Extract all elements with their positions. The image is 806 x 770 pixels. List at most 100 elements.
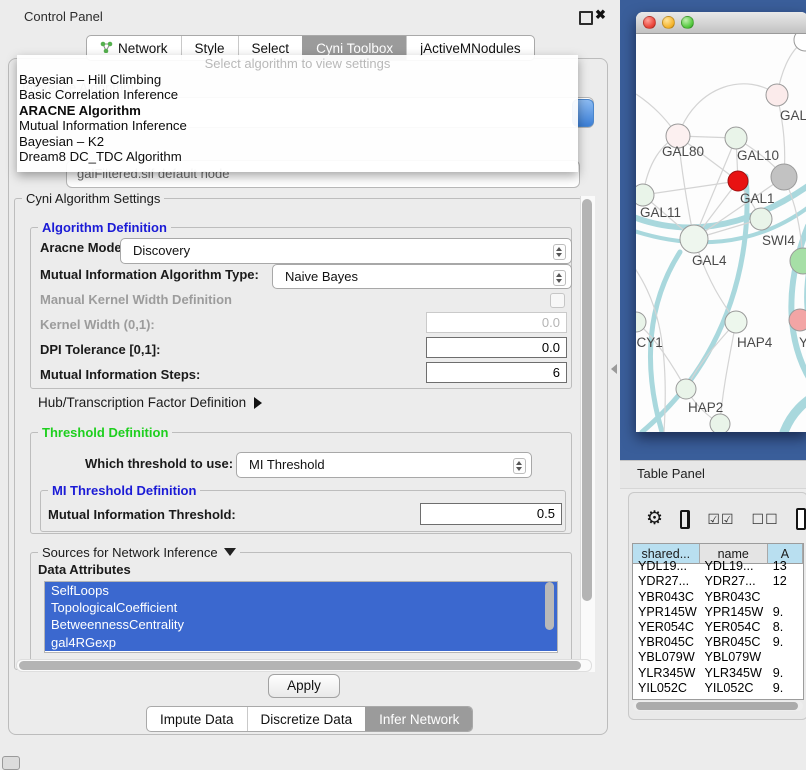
- network-node-swi4[interactable]: [750, 208, 772, 230]
- table-cell[interactable]: 8.: [768, 620, 803, 635]
- checked-checkboxes-icon[interactable]: ☑☑: [707, 511, 734, 528]
- gear-icon[interactable]: ⚙: [646, 504, 663, 534]
- table-cell[interactable]: YBR043C: [633, 590, 699, 605]
- which-threshold-select[interactable]: MI Threshold: [236, 452, 532, 478]
- table-row[interactable]: YBL079WYBL079W: [633, 650, 803, 665]
- table-cell[interactable]: 9.: [768, 681, 803, 696]
- aracne-mode-label: Aracne Mode:: [40, 240, 126, 255]
- network-node[interactable]: [771, 164, 797, 190]
- network-window-titlebar[interactable]: [636, 12, 806, 34]
- mac-close-icon[interactable]: [643, 16, 656, 29]
- table-cell[interactable]: YBR045C: [633, 635, 699, 650]
- collapse-down-arrow-icon[interactable]: [224, 548, 236, 556]
- table-body: YDL19...YDL19...13YDR27...YDR27...12YBR0…: [633, 559, 803, 696]
- table-cell[interactable]: 9.: [768, 605, 803, 620]
- panel-divider-handle-icon[interactable]: [611, 364, 617, 374]
- table-row[interactable]: YBR045CYBR045C9.: [633, 635, 803, 650]
- table-cell[interactable]: YDL19...: [699, 559, 767, 574]
- table-cell[interactable]: YIL052C: [633, 681, 699, 696]
- attribute-list-scrollbar[interactable]: [545, 582, 554, 630]
- table-cell[interactable]: YLR345W: [699, 666, 767, 681]
- aracne-mode-select[interactable]: Discovery: [120, 238, 572, 264]
- table-row[interactable]: YIL052CYIL052C9.: [633, 681, 803, 696]
- tab-impute-data[interactable]: Impute Data: [147, 707, 247, 731]
- data-attributes-list[interactable]: SelfLoopsTopologicalCoefficientBetweenne…: [44, 581, 558, 653]
- table-cell[interactable]: YBR045C: [699, 635, 767, 650]
- network-canvas[interactable]: GALGAL80GAL10GAL1GAL11SWI4GAL4GCY1HAP4YH…: [636, 34, 806, 432]
- mi-steps-input[interactable]: 6: [426, 362, 567, 383]
- table-cell[interactable]: YER054C: [699, 620, 767, 635]
- table-cell[interactable]: [768, 650, 803, 665]
- columns-icon[interactable]: [680, 510, 690, 529]
- settings-vertical-scrollbar-thumb[interactable]: [582, 199, 592, 601]
- table-row[interactable]: YPR145WYPR145W9.: [633, 605, 803, 620]
- tab-label: jActiveMNodules: [420, 41, 521, 56]
- network-node-gal[interactable]: [766, 84, 788, 106]
- table-cell[interactable]: YBL079W: [699, 650, 767, 665]
- dropdown-item-bayesian-k2[interactable]: Bayesian – K2: [17, 134, 578, 149]
- kernel-width-input[interactable]: 0.0: [426, 312, 567, 333]
- mi-threshold-input[interactable]: 0.5: [420, 503, 562, 525]
- dropdown-item-mutual-information-inference[interactable]: Mutual Information Inference: [17, 118, 578, 133]
- float-window-icon[interactable]: [579, 11, 593, 25]
- document-icon[interactable]: [796, 508, 806, 530]
- table-cell[interactable]: YPR145W: [699, 605, 767, 620]
- dropdown-item-aracne-algorithm[interactable]: ARACNE Algorithm: [17, 103, 578, 118]
- dpi-tolerance-input[interactable]: 0.0: [426, 337, 567, 358]
- node-label-gcy1: GCY1: [636, 335, 663, 350]
- table-cell[interactable]: YLR345W: [633, 666, 699, 681]
- table-row[interactable]: YDR27...YDR27...12: [633, 574, 803, 589]
- table-toolbar: ⚙ ☑☑ ☐☐: [646, 503, 806, 535]
- table-cell[interactable]: YDR27...: [633, 574, 699, 589]
- table-cell[interactable]: 9.: [768, 666, 803, 681]
- unchecked-checkboxes-icon[interactable]: ☐☐: [752, 511, 779, 528]
- table-cell[interactable]: 9.: [768, 635, 803, 650]
- network-node-hap2[interactable]: [676, 379, 696, 399]
- network-node-y[interactable]: [789, 309, 806, 331]
- attribute-item-topologicalcoefficient[interactable]: TopologicalCoefficient: [45, 599, 557, 616]
- manual-kernel-checkbox[interactable]: [550, 293, 565, 308]
- mac-zoom-icon[interactable]: [681, 16, 694, 29]
- table-row[interactable]: YER054CYER054C8.: [633, 620, 803, 635]
- table-cell[interactable]: 13: [768, 559, 803, 574]
- table-cell[interactable]: YDL19...: [633, 559, 699, 574]
- table-cell[interactable]: YBR043C: [699, 590, 767, 605]
- table-cell[interactable]: YER054C: [633, 620, 699, 635]
- settings-horizontal-scrollbar-thumb[interactable]: [19, 661, 581, 670]
- network-node-gal1[interactable]: [728, 171, 748, 191]
- network-node[interactable]: [710, 414, 730, 432]
- table-cell[interactable]: YIL052C: [699, 681, 767, 696]
- bottom-left-button[interactable]: [2, 756, 20, 770]
- table-row[interactable]: YDL19...YDL19...13: [633, 559, 803, 574]
- node-table[interactable]: shared...nameA YDL19...YDL19...13YDR27..…: [632, 543, 804, 700]
- network-node-gal4[interactable]: [680, 225, 708, 253]
- table-cell[interactable]: YBL079W: [633, 650, 699, 665]
- mi-type-select[interactable]: Naive Bayes: [272, 264, 572, 289]
- dropdown-item-basic-correlation-inference[interactable]: Basic Correlation Inference: [17, 87, 578, 102]
- tab-infer-network[interactable]: Infer Network: [365, 707, 472, 731]
- attribute-item-selfloops[interactable]: SelfLoops: [45, 582, 557, 599]
- table-row[interactable]: YLR345WYLR345W9.: [633, 666, 803, 681]
- network-node-gal11[interactable]: [636, 184, 654, 206]
- dropdown-item-bayesian-hill-climbing[interactable]: Bayesian – Hill Climbing: [17, 72, 578, 87]
- expand-right-arrow-icon[interactable]: [254, 397, 262, 409]
- spinner-icon[interactable]: [513, 458, 526, 474]
- mac-minimize-icon[interactable]: [662, 16, 675, 29]
- network-node-gal10[interactable]: [725, 127, 747, 149]
- spinner-icon[interactable]: [553, 244, 566, 260]
- spinner-icon[interactable]: [553, 270, 566, 286]
- table-horizontal-scrollbar-thumb[interactable]: [636, 702, 798, 710]
- close-icon[interactable]: ✖: [595, 7, 606, 23]
- attribute-item-betweennesscentrality[interactable]: BetweennessCentrality: [45, 616, 557, 633]
- table-cell[interactable]: 12: [768, 574, 803, 589]
- attribute-item-gal4rgexp[interactable]: gal4RGexp: [45, 634, 557, 651]
- table-cell[interactable]: YDR27...: [699, 574, 767, 589]
- dropdown-item-dream8-dc-tdc-algorithm[interactable]: Dream8 DC_TDC Algorithm: [17, 149, 578, 164]
- table-row[interactable]: YBR043CYBR043C: [633, 590, 803, 605]
- table-cell[interactable]: YPR145W: [633, 605, 699, 620]
- hub-definition-expander[interactable]: Hub/Transcription Factor Definition: [38, 395, 262, 410]
- table-cell[interactable]: [768, 590, 803, 605]
- tab-discretize-data[interactable]: Discretize Data: [247, 707, 366, 731]
- apply-button[interactable]: Apply: [268, 674, 340, 698]
- network-node-hap4[interactable]: [725, 311, 747, 333]
